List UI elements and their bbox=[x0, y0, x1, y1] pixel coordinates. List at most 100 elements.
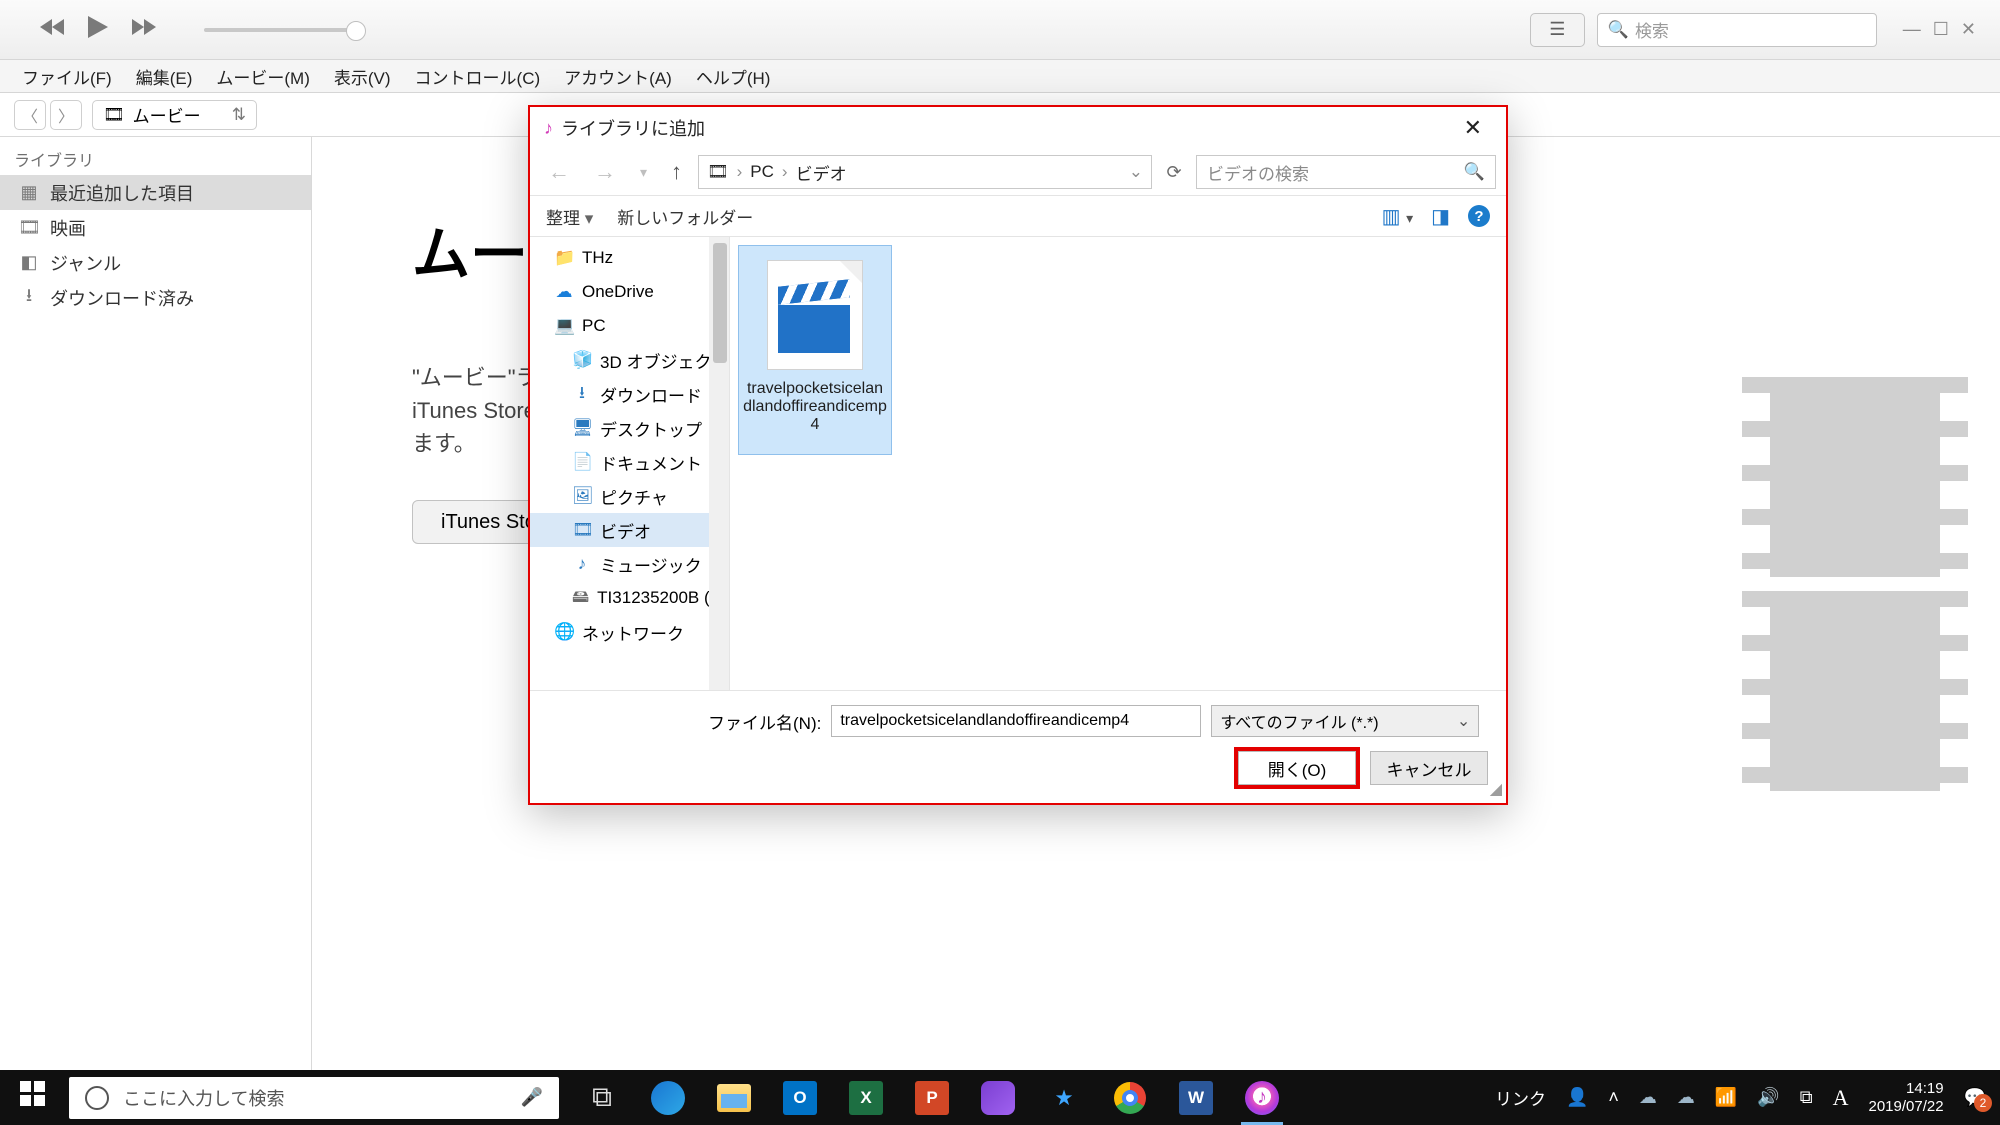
maximize-button[interactable]: ☐ bbox=[1933, 19, 1949, 40]
taskbar-vscode[interactable]: ⭑ bbox=[1031, 1070, 1097, 1125]
tree-item[interactable]: 📁THz bbox=[530, 241, 729, 275]
help-button[interactable]: ? bbox=[1468, 205, 1490, 227]
filename-input[interactable] bbox=[831, 705, 1201, 737]
dialog-close-button[interactable]: ✕ bbox=[1454, 111, 1492, 145]
menu-movie[interactable]: ムービー(M) bbox=[204, 64, 321, 89]
dialog-search-input[interactable]: ビデオの検索 🔍 bbox=[1196, 155, 1496, 189]
new-folder-button[interactable]: 新しいフォルダー bbox=[617, 204, 753, 229]
microphone-icon: 🎤 bbox=[521, 1087, 543, 1108]
list-view-button[interactable]: ☰ bbox=[1530, 13, 1585, 47]
minimize-button[interactable]: — bbox=[1903, 19, 1921, 40]
tree-item[interactable]: ♪ミュージック bbox=[530, 547, 729, 581]
open-button[interactable]: 開く(O) bbox=[1238, 751, 1356, 785]
address-bar[interactable]: 🎞 › PC › ビデオ ⌄ bbox=[698, 155, 1152, 189]
menu-control[interactable]: コントロール(C) bbox=[403, 64, 553, 89]
taskbar-chrome[interactable] bbox=[1097, 1070, 1163, 1125]
cancel-button[interactable]: キャンセル bbox=[1370, 751, 1488, 785]
tree-item[interactable]: ☁OneDrive bbox=[530, 275, 729, 309]
chevron-down-icon[interactable]: ⌄ bbox=[1129, 162, 1143, 182]
tree-item[interactable]: 🧊3D オブジェクト bbox=[530, 343, 729, 377]
back-button[interactable]: 〈 bbox=[14, 100, 46, 130]
tree-scrollbar[interactable] bbox=[709, 237, 729, 690]
taskbar-clock[interactable]: 14:192019/07/22 bbox=[1869, 1080, 1944, 1116]
preview-pane-button[interactable]: ◨ bbox=[1431, 204, 1450, 229]
close-button[interactable]: ✕ bbox=[1961, 19, 1976, 40]
taskbar-link-label[interactable]: リンク bbox=[1495, 1085, 1546, 1110]
tree-item[interactable]: 🎞ビデオ bbox=[530, 513, 729, 547]
ime-indicator[interactable]: A bbox=[1833, 1085, 1849, 1111]
tree-item[interactable]: 🖴TI31235200B (C:) bbox=[530, 581, 729, 615]
sidebar-header: ライブラリ bbox=[0, 143, 311, 175]
tree-item[interactable]: 💻PC bbox=[530, 309, 729, 343]
taskbar-search-input[interactable]: ここに入力して検索 🎤 bbox=[69, 1077, 559, 1119]
itunes-icon: ♪ bbox=[544, 118, 553, 139]
search-icon: 🔍 bbox=[1464, 162, 1485, 182]
menu-file[interactable]: ファイル(F) bbox=[10, 64, 124, 89]
menu-view[interactable]: 表示(V) bbox=[322, 64, 403, 89]
breadcrumb-pc[interactable]: PC bbox=[750, 162, 774, 182]
taskbar: ここに入力して検索 🎤 ⧉ O X P ⭑ W ♪ リンク 👤 ˄ ☁ ☁ 📶 … bbox=[0, 1070, 2000, 1125]
tree-item[interactable]: 🖼ピクチャ bbox=[530, 479, 729, 513]
nav-recent-button[interactable]: ▾ bbox=[632, 160, 655, 185]
taskbar-itunes[interactable]: ♪ bbox=[1229, 1070, 1295, 1125]
sidebar-item-recent[interactable]: ▦最近追加した項目 bbox=[0, 175, 311, 210]
menu-help[interactable]: ヘルプ(H) bbox=[684, 64, 783, 89]
onedrive-tray-icon-2[interactable]: ☁ bbox=[1677, 1087, 1695, 1108]
tree-item[interactable]: 🖥デスクトップ bbox=[530, 411, 729, 445]
pic-icon: 🖼 bbox=[572, 486, 592, 506]
tree-item[interactable]: 🌐ネットワーク bbox=[530, 615, 729, 649]
volume-slider[interactable] bbox=[204, 28, 364, 32]
file-item-selected[interactable]: travelpocketsicelandlandoffireandicemp4 bbox=[738, 245, 892, 455]
cube-icon: 🧊 bbox=[572, 350, 592, 370]
tree-item[interactable]: 📄ドキュメント bbox=[530, 445, 729, 479]
taskbar-explorer[interactable] bbox=[701, 1070, 767, 1125]
task-view-button[interactable]: ⧉ bbox=[569, 1070, 635, 1125]
menu-account[interactable]: アカウント(A) bbox=[552, 64, 684, 89]
forward-button[interactable]: 〉 bbox=[50, 100, 82, 130]
wifi-icon[interactable]: 📶 bbox=[1715, 1087, 1737, 1108]
taskbar-app-purple[interactable] bbox=[965, 1070, 1031, 1125]
taskbar-edge[interactable] bbox=[635, 1070, 701, 1125]
genre-icon: ◧ bbox=[18, 252, 40, 273]
doc-icon: 📄 bbox=[572, 452, 592, 472]
nav-forward-button[interactable]: → bbox=[586, 155, 624, 189]
tray-expand-icon[interactable]: ˄ bbox=[1608, 1087, 1619, 1108]
pc-icon: 💻 bbox=[554, 316, 574, 336]
breadcrumb-video[interactable]: ビデオ bbox=[796, 160, 847, 185]
taskbar-powerpoint[interactable]: P bbox=[899, 1070, 965, 1125]
organize-button[interactable]: 整理 ▾ bbox=[546, 204, 593, 229]
sidebar-item-genre[interactable]: ◧ジャンル bbox=[0, 245, 311, 280]
view-mode-button[interactable]: ▥ ▾ bbox=[1382, 204, 1413, 229]
folder-tree[interactable]: 📁THz☁OneDrive💻PC🧊3D オブジェクト⭳ダウンロード🖥デスクトップ… bbox=[530, 237, 730, 690]
next-button[interactable] bbox=[128, 17, 156, 42]
taskbar-word[interactable]: W bbox=[1163, 1070, 1229, 1125]
action-center-button[interactable]: 💬2 bbox=[1964, 1087, 1986, 1108]
resize-grip[interactable]: ◢ bbox=[1490, 779, 1502, 799]
refresh-button[interactable]: ⟳ bbox=[1160, 162, 1188, 183]
people-icon[interactable]: 👤 bbox=[1566, 1087, 1588, 1108]
volume-icon[interactable]: 🔊 bbox=[1757, 1087, 1779, 1108]
nav-back-button[interactable]: ← bbox=[540, 155, 578, 189]
dropbox-tray-icon[interactable]: ⧉ bbox=[1800, 1087, 1813, 1108]
taskbar-outlook[interactable]: O bbox=[767, 1070, 833, 1125]
filetype-filter-dropdown[interactable]: すべてのファイル (*.*)⌄ bbox=[1211, 705, 1479, 737]
nav-up-button[interactable]: ↑ bbox=[663, 155, 690, 189]
play-button[interactable] bbox=[86, 14, 110, 45]
file-list[interactable]: travelpocketsicelandlandoffireandicemp4 bbox=[730, 237, 1506, 690]
desktop-icon: 🖥 bbox=[572, 418, 592, 438]
prev-button[interactable] bbox=[40, 17, 68, 42]
onedrive-tray-icon[interactable]: ☁ bbox=[1639, 1087, 1657, 1108]
download-icon: ⭳ bbox=[18, 283, 40, 313]
sidebar-item-movies[interactable]: 🎞映画 bbox=[0, 210, 311, 245]
tree-item[interactable]: ⭳ダウンロード bbox=[530, 377, 729, 411]
chevron-down-icon: ⌄ bbox=[1457, 711, 1470, 731]
menubar: ファイル(F) 編集(E) ムービー(M) 表示(V) コントロール(C) アカ… bbox=[0, 60, 2000, 93]
start-button[interactable] bbox=[0, 1081, 65, 1114]
menu-edit[interactable]: 編集(E) bbox=[124, 64, 205, 89]
film-icon: 🎞 bbox=[18, 217, 40, 238]
category-dropdown[interactable]: 🎞 ムービー ⇅ bbox=[92, 100, 257, 130]
taskbar-excel[interactable]: X bbox=[833, 1070, 899, 1125]
sidebar-item-downloaded[interactable]: ⭳ダウンロード済み bbox=[0, 280, 311, 315]
search-input[interactable]: 🔍 検索 bbox=[1597, 13, 1877, 47]
category-icon: 🎞 bbox=[103, 105, 125, 125]
